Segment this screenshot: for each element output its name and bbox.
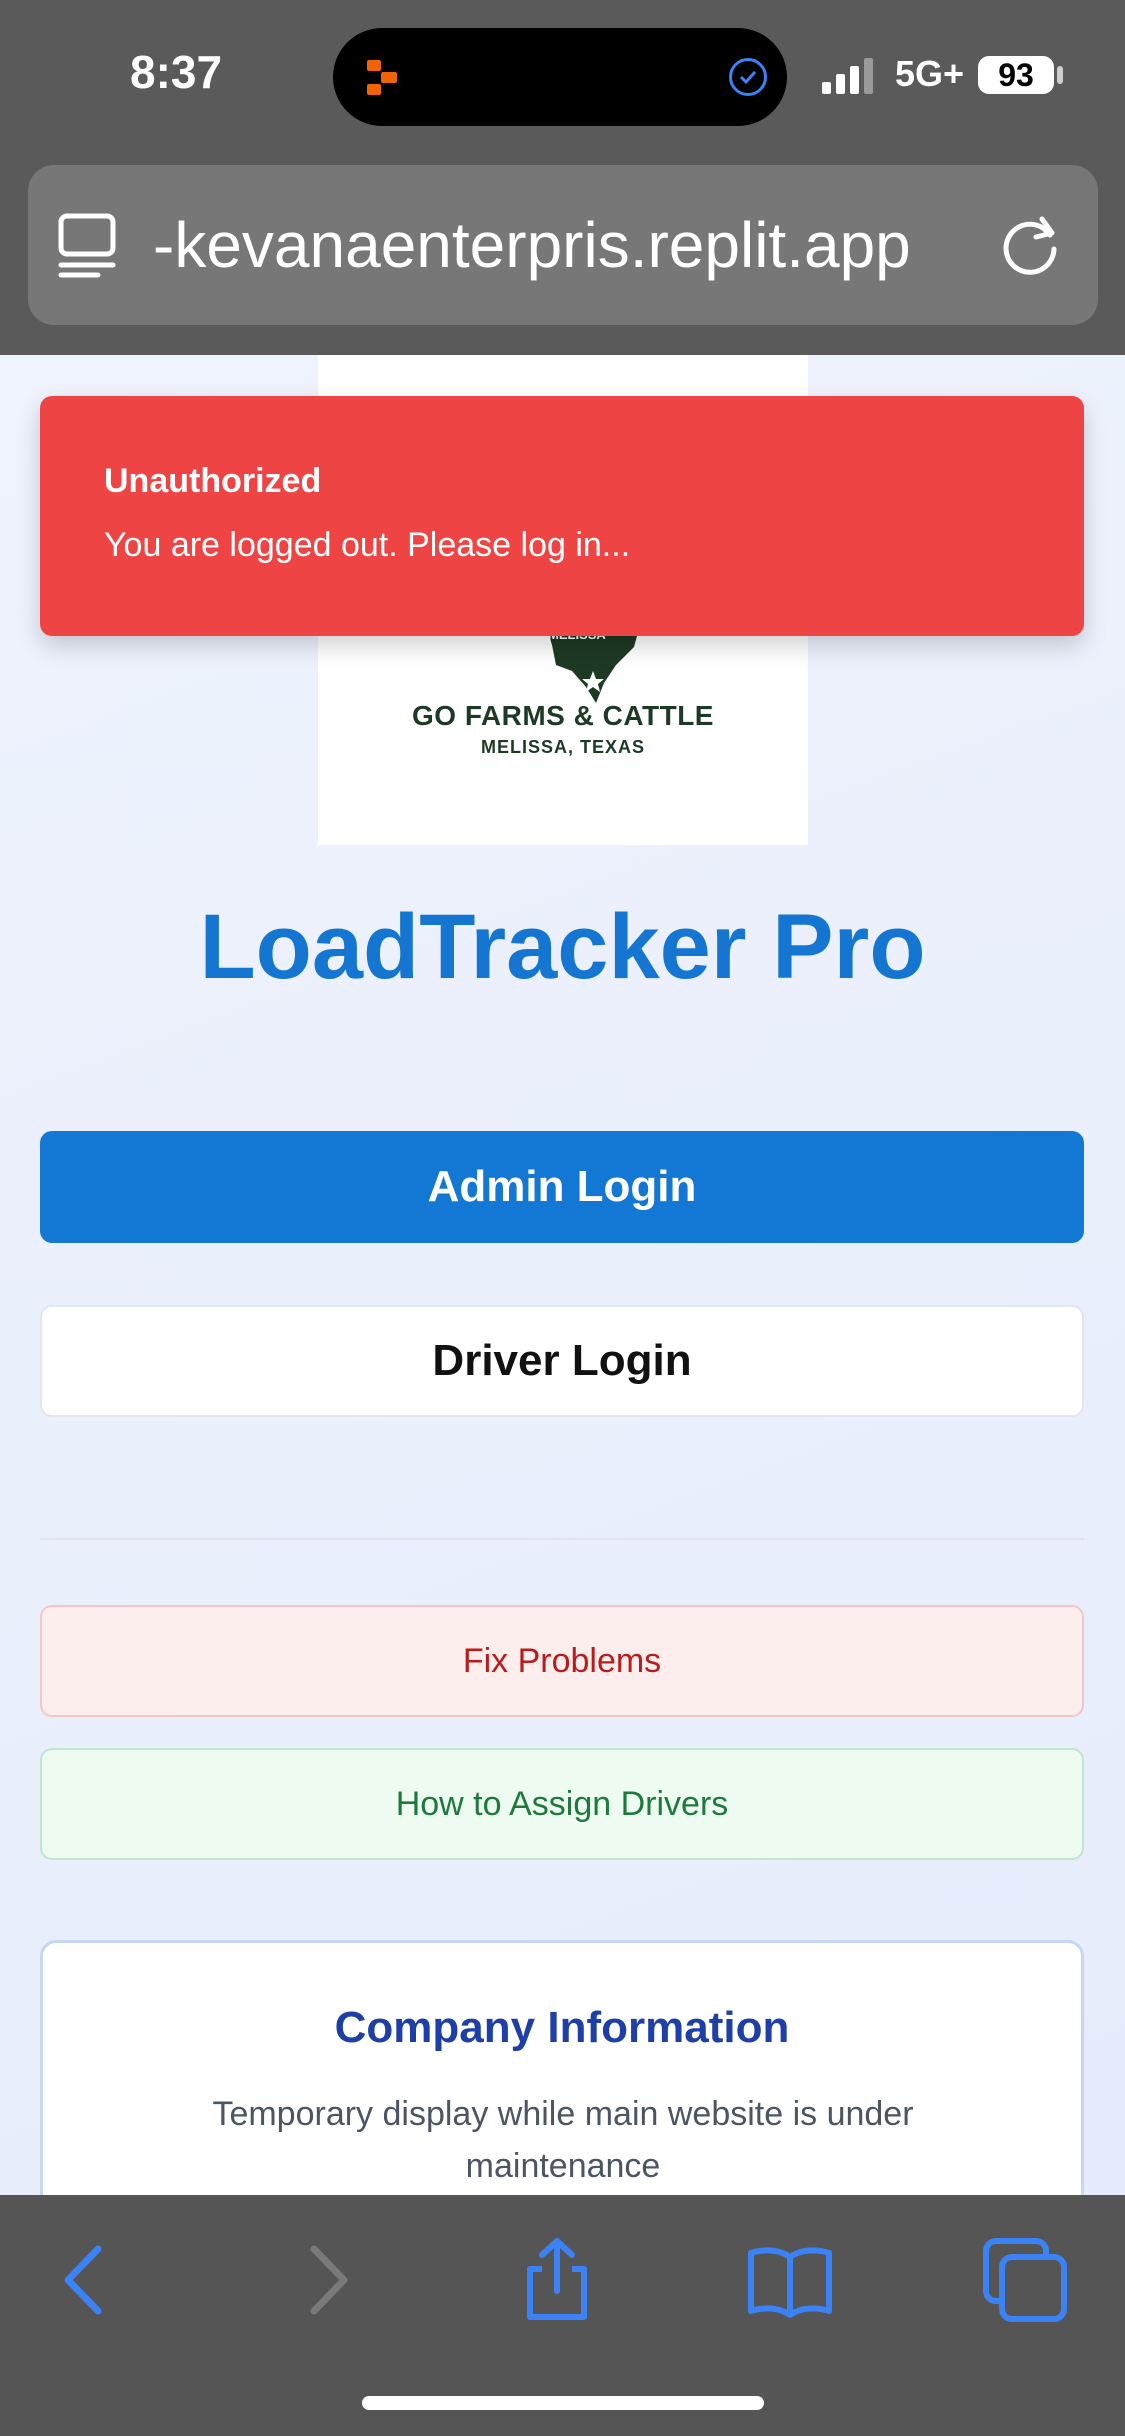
assign-drivers-button[interactable]: How to Assign Drivers (40, 1748, 1084, 1860)
company-info-card: Company Information Temporary display wh… (40, 1940, 1084, 2195)
address-bar[interactable]: -kevanaenterpris.replit.app (28, 165, 1098, 325)
company-info-title: Company Information (334, 2003, 790, 2052)
status-bar: 8:37 5G+ 93 (0, 0, 1125, 150)
logo-location: MELISSA, TEXAS (480, 737, 646, 757)
chevron-right-icon[interactable] (282, 2235, 372, 2325)
company-info-text: Temporary display while main website is … (212, 2095, 914, 2185)
share-icon[interactable] (512, 2235, 602, 2325)
divider (40, 1538, 1084, 1540)
page-title: LoadTracker Pro (199, 896, 926, 998)
admin-login-button[interactable]: Admin Login (40, 1131, 1084, 1243)
book-icon[interactable] (745, 2235, 835, 2325)
dynamic-island (333, 28, 787, 126)
tabs-icon[interactable] (980, 2235, 1070, 2325)
toast-title: Unauthorized (104, 462, 322, 500)
fix-problems-button[interactable]: Fix Problems (40, 1605, 1084, 1717)
page-menu-icon[interactable] (58, 213, 116, 279)
signal-icon (822, 58, 873, 94)
battery-icon: 93 (978, 56, 1054, 94)
reload-icon[interactable] (1000, 213, 1062, 275)
logo-company-name: GO FARMS & CATTLE (412, 700, 714, 731)
url-text[interactable]: -kevanaenterpris.replit.app (153, 208, 911, 282)
status-time: 8:37 (130, 46, 223, 98)
network-type: 5G+ (895, 53, 965, 94)
status-check-icon (729, 58, 767, 96)
battery-tip (1057, 66, 1063, 84)
replit-icon (367, 60, 397, 95)
toast-message: You are logged out. Please log in... (104, 526, 631, 564)
driver-login-button[interactable]: Driver Login (40, 1305, 1084, 1417)
unauthorized-toast[interactable]: Unauthorized You are logged out. Please … (40, 396, 1084, 636)
home-indicator (362, 2396, 764, 2410)
chevron-left-icon[interactable] (40, 2235, 130, 2325)
